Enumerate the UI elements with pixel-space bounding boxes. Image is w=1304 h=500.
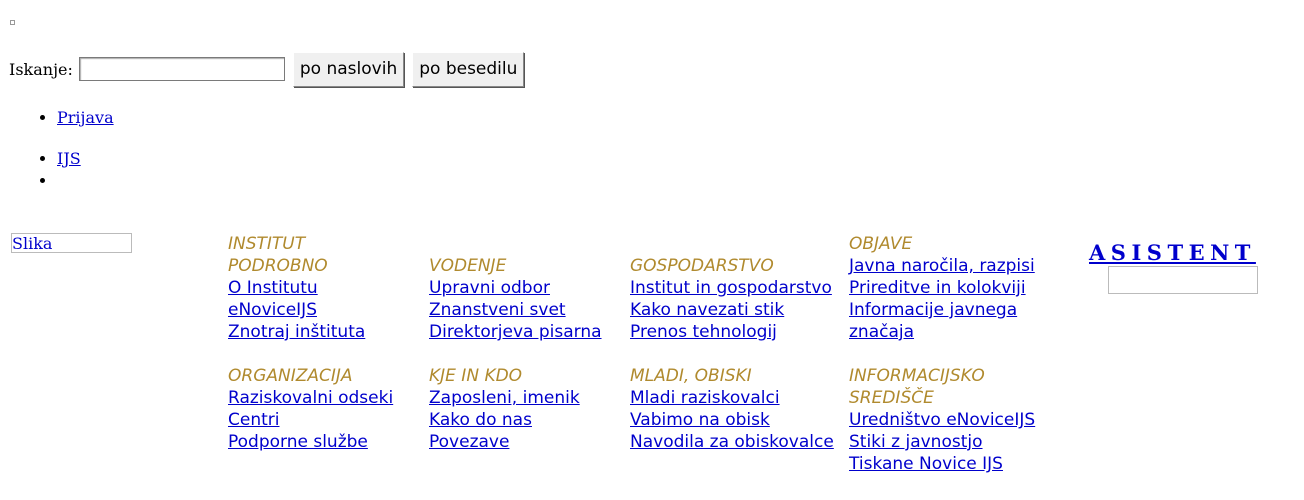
menu-link[interactable]: Znanstveni svet — [429, 299, 624, 321]
menu-link[interactable]: Prireditve in kolokviji — [849, 277, 1054, 299]
menu-column-3: GOSPODARSTVO Institut in gospodarstvo Ka… — [630, 255, 845, 453]
menu-heading: VODENJE — [429, 256, 507, 276]
ijs-link[interactable]: IJS — [57, 149, 81, 168]
asistent-box[interactable] — [1108, 266, 1258, 294]
menu-heading: ORGANIZACIJA — [228, 366, 353, 386]
menu-link[interactable]: Kako do nas — [429, 409, 624, 431]
menu-link[interactable]: Podporne službe — [228, 431, 418, 453]
menu-column-4: OBJAVE Javna naročila, razpisi Prireditv… — [849, 233, 1054, 475]
menu-link[interactable]: Raziskovalni odseki — [228, 387, 418, 409]
menu-link[interactable]: Zaposleni, imenik — [429, 387, 624, 409]
site-list: IJS — [39, 148, 81, 192]
menu-heading: MLADI, OBISKI — [630, 366, 752, 386]
menu-column-2: VODENJE Upravni odbor Znanstveni svet Di… — [429, 255, 624, 453]
list-item: Prijava — [57, 107, 114, 129]
menu-link[interactable]: Centri — [228, 409, 418, 431]
search-label: Iskanje: — [9, 59, 73, 79]
menu-link[interactable]: Mladi raziskovalci — [630, 387, 845, 409]
menu-link[interactable]: O Institutu — [228, 277, 418, 299]
menu-heading: INFORMACIJSKO SREDIŠČE — [849, 366, 985, 408]
menu-link[interactable]: Prenos tehnologij — [630, 321, 845, 343]
menu-link[interactable]: Vabimo na obisk — [630, 409, 845, 431]
menu-heading: INSTITUT PODROBNO — [228, 234, 328, 276]
menu-link[interactable]: Informacije javnega značaja — [849, 299, 1039, 343]
asistent-link[interactable]: ASISTENT — [1089, 240, 1256, 265]
menu-link[interactable]: Uredništvo eNoviceIJS — [849, 409, 1054, 431]
broken-image-icon — [10, 20, 15, 25]
menu-link[interactable]: Kako navezati stik — [630, 299, 845, 321]
menu-link[interactable]: Tiskane Novice IJS — [849, 453, 1054, 475]
menu-link[interactable]: Javna naročila, razpisi — [849, 255, 1054, 277]
list-item: IJS — [57, 148, 81, 170]
login-link[interactable]: Prijava — [57, 108, 114, 127]
menu-heading: KJE IN KDO — [429, 366, 523, 386]
menu-link[interactable]: Stiki z javnostjo — [849, 431, 1054, 453]
menu-column-1: INSTITUT PODROBNO O Institutu eNoviceIJS… — [228, 233, 418, 453]
search-text-button[interactable]: po besedilu — [412, 51, 525, 87]
menu-link[interactable]: eNoviceIJS — [228, 299, 418, 321]
menu-link[interactable]: Direktorjeva pisarna — [429, 321, 624, 343]
menu-link[interactable]: Navodila za obiskovalce — [630, 431, 845, 453]
list-item-empty — [57, 170, 81, 192]
login-list: Prijava — [39, 107, 114, 129]
menu-heading: GOSPODARSTVO — [630, 256, 774, 276]
menu-link[interactable]: Povezave — [429, 431, 624, 453]
search-input[interactable] — [78, 57, 285, 81]
menu-heading: OBJAVE — [849, 234, 913, 254]
search-titles-button[interactable]: po naslovih — [292, 51, 405, 87]
menu-link[interactable]: Institut in gospodarstvo — [630, 277, 845, 299]
image-placeholder[interactable]: Slika — [11, 233, 132, 253]
menu-link[interactable]: Znotraj inštituta — [228, 321, 418, 343]
menu-link[interactable]: Upravni odbor — [429, 277, 624, 299]
search-bar: Iskanje: po naslovih po besedilu — [9, 51, 525, 87]
